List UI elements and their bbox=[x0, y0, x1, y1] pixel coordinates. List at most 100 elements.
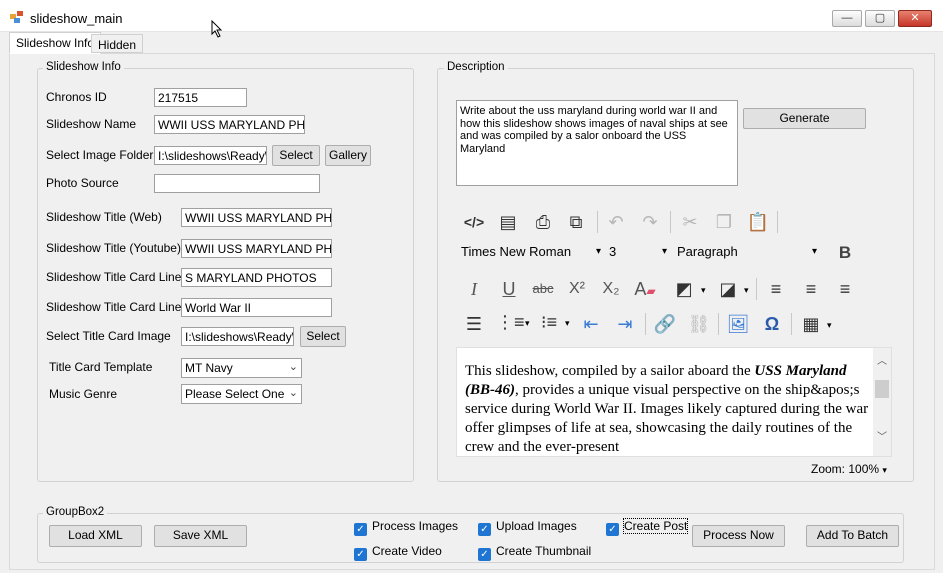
image-folder-label: Select Image Folder bbox=[46, 148, 154, 162]
strikethrough-button[interactable]: abc bbox=[530, 276, 556, 302]
highlight-color-icon[interactable]: ◩ bbox=[671, 276, 697, 302]
html-source-icon[interactable]: </> bbox=[461, 209, 487, 235]
close-button[interactable]: ✕ bbox=[898, 10, 932, 27]
document-icon[interactable]: ▤ bbox=[495, 209, 521, 235]
font-size-value: 3 bbox=[609, 244, 617, 259]
scroll-up-icon[interactable]: ︿ bbox=[877, 352, 887, 367]
font-color-icon[interactable]: ◪ bbox=[715, 276, 741, 302]
copy-icon[interactable]: ❐ bbox=[711, 209, 737, 235]
paste-icon[interactable]: 📋 bbox=[745, 209, 771, 235]
unlink-icon[interactable]: ⛓ bbox=[686, 311, 712, 337]
print-icon[interactable]: ⎙ bbox=[530, 209, 556, 235]
generate-button[interactable]: Generate bbox=[743, 108, 866, 129]
description-group-title: Description bbox=[444, 61, 508, 73]
scroll-down-icon[interactable]: ﹀ bbox=[877, 428, 887, 443]
zoom-level[interactable]: Zoom: 100% ▾ bbox=[811, 462, 887, 476]
superscript-button[interactable]: X² bbox=[564, 276, 590, 302]
gallery-button[interactable]: Gallery bbox=[325, 145, 371, 166]
app-icon bbox=[10, 11, 23, 23]
toolbar-separator bbox=[597, 211, 598, 233]
tab-slideshow-info[interactable]: Slideshow Info bbox=[9, 32, 102, 54]
subscript-button[interactable]: X₂ bbox=[598, 276, 624, 302]
title-card-image-input[interactable]: I:\slideshows\Ready\2 bbox=[181, 327, 294, 346]
scrollbar-thumb[interactable] bbox=[875, 380, 889, 398]
chevron-down-icon: ▾ bbox=[595, 246, 601, 257]
chronos-id-label: Chronos ID bbox=[46, 90, 107, 104]
align-center-icon[interactable]: ≡ bbox=[798, 276, 824, 302]
cut-icon[interactable]: ✂ bbox=[677, 209, 703, 235]
font-size-select[interactable]: 3 ▾ bbox=[609, 241, 669, 263]
load-xml-button[interactable]: Load XML bbox=[49, 525, 142, 547]
tab-hidden[interactable]: Hidden bbox=[91, 34, 144, 53]
title-web-input[interactable]: WWII USS MARYLAND PHOT bbox=[181, 208, 332, 227]
editor-content: This slideshow, compiled by a sailor abo… bbox=[465, 362, 869, 456]
card-line1-label: Slideshow Title Card Line 1 bbox=[46, 270, 192, 284]
card-line1-input[interactable]: S MARYLAND PHOTOS bbox=[181, 268, 332, 287]
editor-scrollbar[interactable]: ︿ ﹀ bbox=[873, 348, 891, 456]
image-folder-input[interactable]: I:\slideshows\Ready\2 bbox=[154, 146, 267, 165]
table-icon[interactable]: ▦ bbox=[798, 311, 824, 337]
create-thumbnail-checkbox[interactable]: ✓ Create Thumbnail bbox=[478, 544, 592, 561]
undo-icon[interactable]: ↶ bbox=[603, 209, 629, 235]
toolbar-separator bbox=[645, 313, 646, 335]
check-icon: ✓ bbox=[606, 523, 619, 536]
slideshow-name-input[interactable]: WWII USS MARYLAND PHOT bbox=[154, 115, 305, 134]
process-images-checkbox[interactable]: ✓ Process Images bbox=[354, 519, 458, 536]
chevron-down-icon: ▾ bbox=[811, 246, 817, 257]
window-title: slideshow_main bbox=[30, 11, 123, 26]
align-right-icon[interactable]: ≡ bbox=[832, 276, 858, 302]
font-family-value: Times New Roman bbox=[461, 244, 572, 259]
chevron-down-icon[interactable]: ▾ bbox=[565, 318, 570, 329]
upload-images-label: Upload Images bbox=[496, 519, 577, 533]
justify-icon[interactable]: ☰ bbox=[461, 311, 487, 337]
chevron-down-icon[interactable]: ▾ bbox=[744, 285, 749, 296]
chevron-down-icon[interactable]: ▾ bbox=[701, 285, 706, 296]
card-line2-label: Slideshow Title Card Line 2 bbox=[46, 300, 192, 314]
select-folder-button[interactable]: Select bbox=[272, 145, 320, 166]
save-xml-button[interactable]: Save XML bbox=[154, 525, 247, 547]
special-character-icon[interactable]: Ω bbox=[759, 311, 785, 337]
create-post-checkbox[interactable]: ✓ Create Post bbox=[606, 518, 689, 536]
toolbar-separator bbox=[756, 278, 757, 300]
underline-button[interactable]: U bbox=[496, 276, 522, 302]
redo-icon[interactable]: ↷ bbox=[637, 209, 663, 235]
italic-button[interactable]: I bbox=[461, 276, 487, 302]
select-title-card-button[interactable]: Select bbox=[300, 326, 346, 347]
title-youtube-label: Slideshow Title (Youtube) bbox=[46, 241, 181, 255]
chevron-down-icon[interactable]: ▾ bbox=[525, 318, 530, 329]
slideshow-name-label: Slideshow Name bbox=[46, 117, 137, 131]
font-family-select[interactable]: Times New Roman ▾ bbox=[461, 241, 603, 263]
title-youtube-input[interactable]: WWII USS MARYLAND PHOT bbox=[181, 239, 332, 258]
add-to-batch-button[interactable]: Add To Batch bbox=[806, 525, 899, 547]
indent-icon[interactable]: ⇥ bbox=[612, 311, 638, 337]
link-icon[interactable]: 🔗 bbox=[652, 311, 678, 337]
maximize-button[interactable]: ▢ bbox=[865, 10, 895, 27]
chevron-down-icon: ▾ bbox=[661, 246, 667, 257]
image-icon[interactable]: 🖼 bbox=[725, 311, 751, 337]
rich-text-editor[interactable]: This slideshow, compiled by a sailor abo… bbox=[456, 347, 892, 457]
bold-button[interactable]: B bbox=[832, 240, 858, 266]
card-line2-input[interactable]: World War II bbox=[181, 298, 332, 317]
photo-source-input[interactable] bbox=[154, 174, 320, 193]
create-thumbnail-label: Create Thumbnail bbox=[496, 544, 592, 558]
block-format-select[interactable]: Paragraph ▾ bbox=[677, 241, 819, 263]
chevron-down-icon[interactable]: ▾ bbox=[827, 320, 832, 331]
music-genre-select[interactable]: Please Select One ⌄ bbox=[181, 384, 302, 404]
print-preview-icon[interactable]: ⧉ bbox=[563, 209, 589, 235]
slideshow-info-group-title: Slideshow Info bbox=[43, 61, 124, 73]
chronos-id-input[interactable]: 217515 bbox=[154, 88, 247, 107]
upload-images-checkbox[interactable]: ✓ Upload Images bbox=[478, 519, 577, 536]
bullet-list-icon[interactable]: ⁝≡ bbox=[536, 309, 562, 335]
align-left-icon[interactable]: ≡ bbox=[763, 276, 789, 302]
numbered-list-icon[interactable]: ⋮≡ bbox=[496, 309, 525, 335]
toolbar-separator bbox=[718, 313, 719, 335]
minimize-button[interactable]: — bbox=[832, 10, 862, 27]
template-select[interactable]: MT Navy ⌄ bbox=[181, 358, 302, 378]
outdent-icon[interactable]: ⇤ bbox=[578, 311, 604, 337]
prompt-textarea[interactable]: Write about the uss maryland during worl… bbox=[456, 100, 738, 186]
create-video-checkbox[interactable]: ✓ Create Video bbox=[354, 544, 442, 561]
chevron-down-icon: ▾ bbox=[882, 465, 887, 475]
clear-format-icon[interactable]: A▰ bbox=[632, 276, 658, 302]
chevron-down-icon: ⌄ bbox=[288, 387, 298, 399]
process-now-button[interactable]: Process Now bbox=[692, 525, 785, 547]
